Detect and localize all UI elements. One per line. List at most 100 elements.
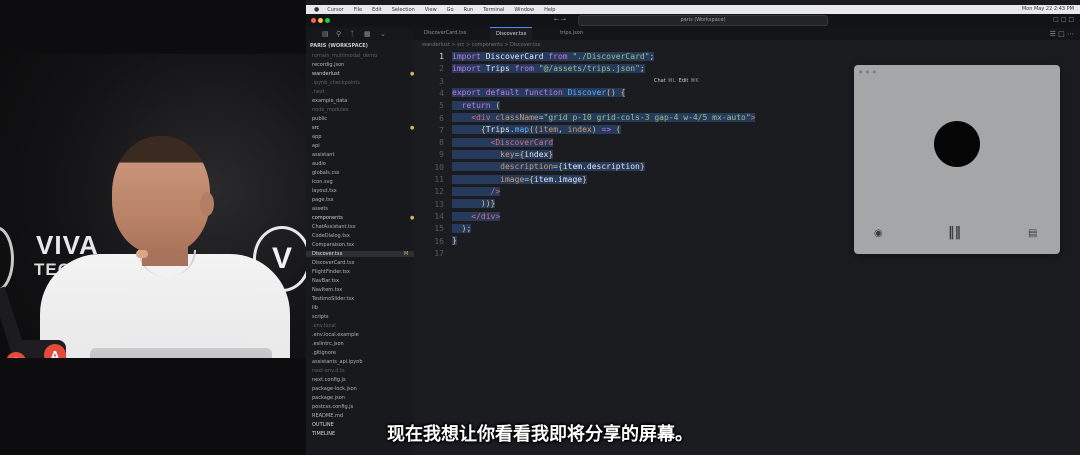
- file-tree-item[interactable]: example_data: [312, 98, 347, 104]
- code-line-10[interactable]: description={item.description}: [452, 162, 645, 171]
- code-line-7[interactable]: {Trips.map((item, index) => (: [452, 125, 621, 134]
- file-tree-item[interactable]: ChatAssistant.tsx: [312, 224, 356, 230]
- menu-selection[interactable]: Selection: [392, 7, 415, 13]
- file-tree-item-label: FlightFinder.tsx: [312, 269, 350, 275]
- file-tree-item[interactable]: next-env.d.ts: [312, 368, 345, 374]
- file-tree-item[interactable]: wanderlust ●: [312, 71, 414, 77]
- menu-view[interactable]: View: [425, 7, 437, 13]
- inline-hint[interactable]: Chat ⌘L Edit ⌘K: [654, 78, 699, 84]
- command-center-search[interactable]: paris (Workspace): [578, 15, 828, 26]
- window-controls[interactable]: ● ● ●: [859, 69, 877, 74]
- file-tree-item[interactable]: public: [312, 116, 327, 122]
- close-window-button[interactable]: [311, 18, 316, 23]
- file-tree-item[interactable]: next.config.js: [312, 377, 346, 383]
- menu-file[interactable]: File: [354, 7, 362, 13]
- file-tree-item[interactable]: .env.local: [312, 323, 336, 329]
- code-line-5[interactable]: return (: [452, 101, 501, 110]
- code-line-9[interactable]: key={index}: [452, 150, 554, 159]
- file-tree-item[interactable]: CodeDialog.tsx: [312, 233, 350, 239]
- voice-orb[interactable]: [934, 121, 980, 167]
- menu-terminal[interactable]: Terminal: [483, 7, 504, 13]
- zoom-window-button[interactable]: [325, 18, 330, 23]
- file-tree-item[interactable]: lib: [312, 305, 318, 311]
- speaker-video-feed: VIVA TEC V G ● A A: [0, 54, 306, 358]
- file-tree-item[interactable]: .eslintrc.json: [312, 341, 344, 347]
- file-tree-item[interactable]: node_modules: [312, 107, 348, 113]
- file-tree-item[interactable]: app: [312, 134, 321, 140]
- file-tree-item[interactable]: .env.local.example: [312, 332, 359, 338]
- file-tree-item[interactable]: package-lock.json: [312, 386, 357, 392]
- code-line-2[interactable]: import Trips from "@/assets/trips.json";: [452, 64, 645, 73]
- chevron-down-icon[interactable]: ⌄: [380, 30, 386, 38]
- file-tree-item[interactable]: Discover.tsx M: [306, 251, 418, 257]
- file-tree-item[interactable]: postcss.config.js: [312, 404, 353, 410]
- menu-cursor[interactable]: Cursor: [327, 7, 343, 13]
- tab-discover[interactable]: Discover.tsx: [490, 27, 533, 40]
- code-line-8[interactable]: <DiscoverCard: [452, 138, 554, 147]
- file-tree-item[interactable]: layout.tsx: [312, 188, 337, 194]
- file-tree-item-label: Comparaison.tsx: [312, 242, 355, 248]
- file-tree-item[interactable]: icon.svg: [312, 179, 333, 185]
- nav-back-forward-icon[interactable]: ← →: [554, 16, 566, 23]
- file-tree-item-label: DiscoverCard.tsx: [312, 260, 355, 266]
- file-tree-item-label: next.config.js: [312, 377, 346, 383]
- file-tree-item[interactable]: romain_multimodal_demo: [312, 53, 377, 59]
- files-icon[interactable]: ▤: [322, 30, 329, 38]
- code-line-12[interactable]: />: [452, 187, 501, 196]
- apple-menu-icon[interactable]: ●: [314, 6, 319, 13]
- menu-help[interactable]: Help: [544, 7, 555, 13]
- menu-edit[interactable]: Edit: [372, 7, 382, 13]
- code-line-14[interactable]: </div>: [452, 212, 501, 221]
- extensions-icon[interactable]: ▦: [364, 30, 371, 38]
- line-number: 6: [439, 113, 444, 123]
- layout-toggle-icon[interactable]: □ □ □: [1053, 16, 1074, 23]
- file-tree-item[interactable]: .gitignore: [312, 350, 336, 356]
- file-tree-item[interactable]: TestimoSlider.tsx: [312, 296, 354, 302]
- camera-icon[interactable]: ◉: [874, 228, 883, 239]
- speaker-head: [112, 136, 210, 254]
- code-line-13[interactable]: ))}: [452, 199, 496, 208]
- waveform-icon[interactable]: ‖‖: [948, 225, 961, 240]
- code-line-15[interactable]: );: [452, 224, 472, 233]
- menu-window[interactable]: Window: [514, 7, 534, 13]
- file-tree-item[interactable]: README.md: [312, 413, 343, 419]
- file-tree-item[interactable]: page.tsx: [312, 197, 334, 203]
- file-tree-item[interactable]: components ●: [312, 215, 414, 221]
- search-icon[interactable]: ⚲: [336, 30, 341, 38]
- file-tree-item[interactable]: FlightFinder.tsx: [312, 269, 350, 275]
- file-tree-item[interactable]: .ipynb_checkpoints: [312, 80, 360, 86]
- code-line-11[interactable]: image={item.image}: [452, 175, 587, 184]
- code-line-6[interactable]: <div className="grid p-10 grid-cols-3 ga…: [452, 113, 756, 122]
- file-tree-item[interactable]: assistants_api.ipynb: [312, 359, 363, 365]
- file-tree-item[interactable]: recordig.json: [312, 62, 344, 68]
- screen-icon[interactable]: ▤: [1028, 228, 1037, 239]
- headset-mic: [136, 250, 148, 258]
- file-tree-item[interactable]: api: [312, 143, 320, 149]
- file-tree-item[interactable]: globals.css: [312, 170, 339, 176]
- tab-discovercard[interactable]: DiscoverCard.tsx: [418, 27, 473, 40]
- file-tree-item[interactable]: package.json: [312, 395, 345, 401]
- file-explorer: PARIS (WORKSPACE) romain_multimodal_demo…: [306, 40, 418, 455]
- menu-run[interactable]: Run: [464, 7, 474, 13]
- code-line-16[interactable]: }: [452, 236, 457, 245]
- code-line-1[interactable]: import DiscoverCard from "./DiscoverCard…: [452, 52, 655, 61]
- menu-go[interactable]: Go: [447, 7, 454, 13]
- file-tree-item[interactable]: assistant: [312, 152, 334, 158]
- file-tree-item[interactable]: Comparaison.tsx: [312, 242, 354, 248]
- tab-trips-json[interactable]: trips.json: [554, 27, 589, 40]
- code-line-4[interactable]: export default function Discover() {: [452, 88, 626, 97]
- file-tree-item[interactable]: NavItem.tsx: [312, 287, 342, 293]
- line-number: 10: [434, 162, 444, 172]
- file-tree-item-label: example_data: [312, 98, 348, 104]
- file-tree-item[interactable]: .next: [312, 89, 325, 95]
- file-tree-item[interactable]: assets: [312, 206, 328, 212]
- file-tree-item[interactable]: src ●: [312, 125, 414, 131]
- minimize-window-button[interactable]: [318, 18, 323, 23]
- file-tree-item[interactable]: audio: [312, 161, 326, 167]
- editor-actions-icon[interactable]: ☰ □ ⋯: [1050, 30, 1074, 38]
- file-tree-item-label: CodeDialog.tsx: [312, 233, 350, 239]
- file-tree-item[interactable]: scripts: [312, 314, 329, 320]
- source-control-icon[interactable]: ᛉ: [350, 30, 354, 38]
- file-tree-item[interactable]: NavBar.tsx: [312, 278, 339, 284]
- file-tree-item[interactable]: DiscoverCard.tsx: [312, 260, 355, 266]
